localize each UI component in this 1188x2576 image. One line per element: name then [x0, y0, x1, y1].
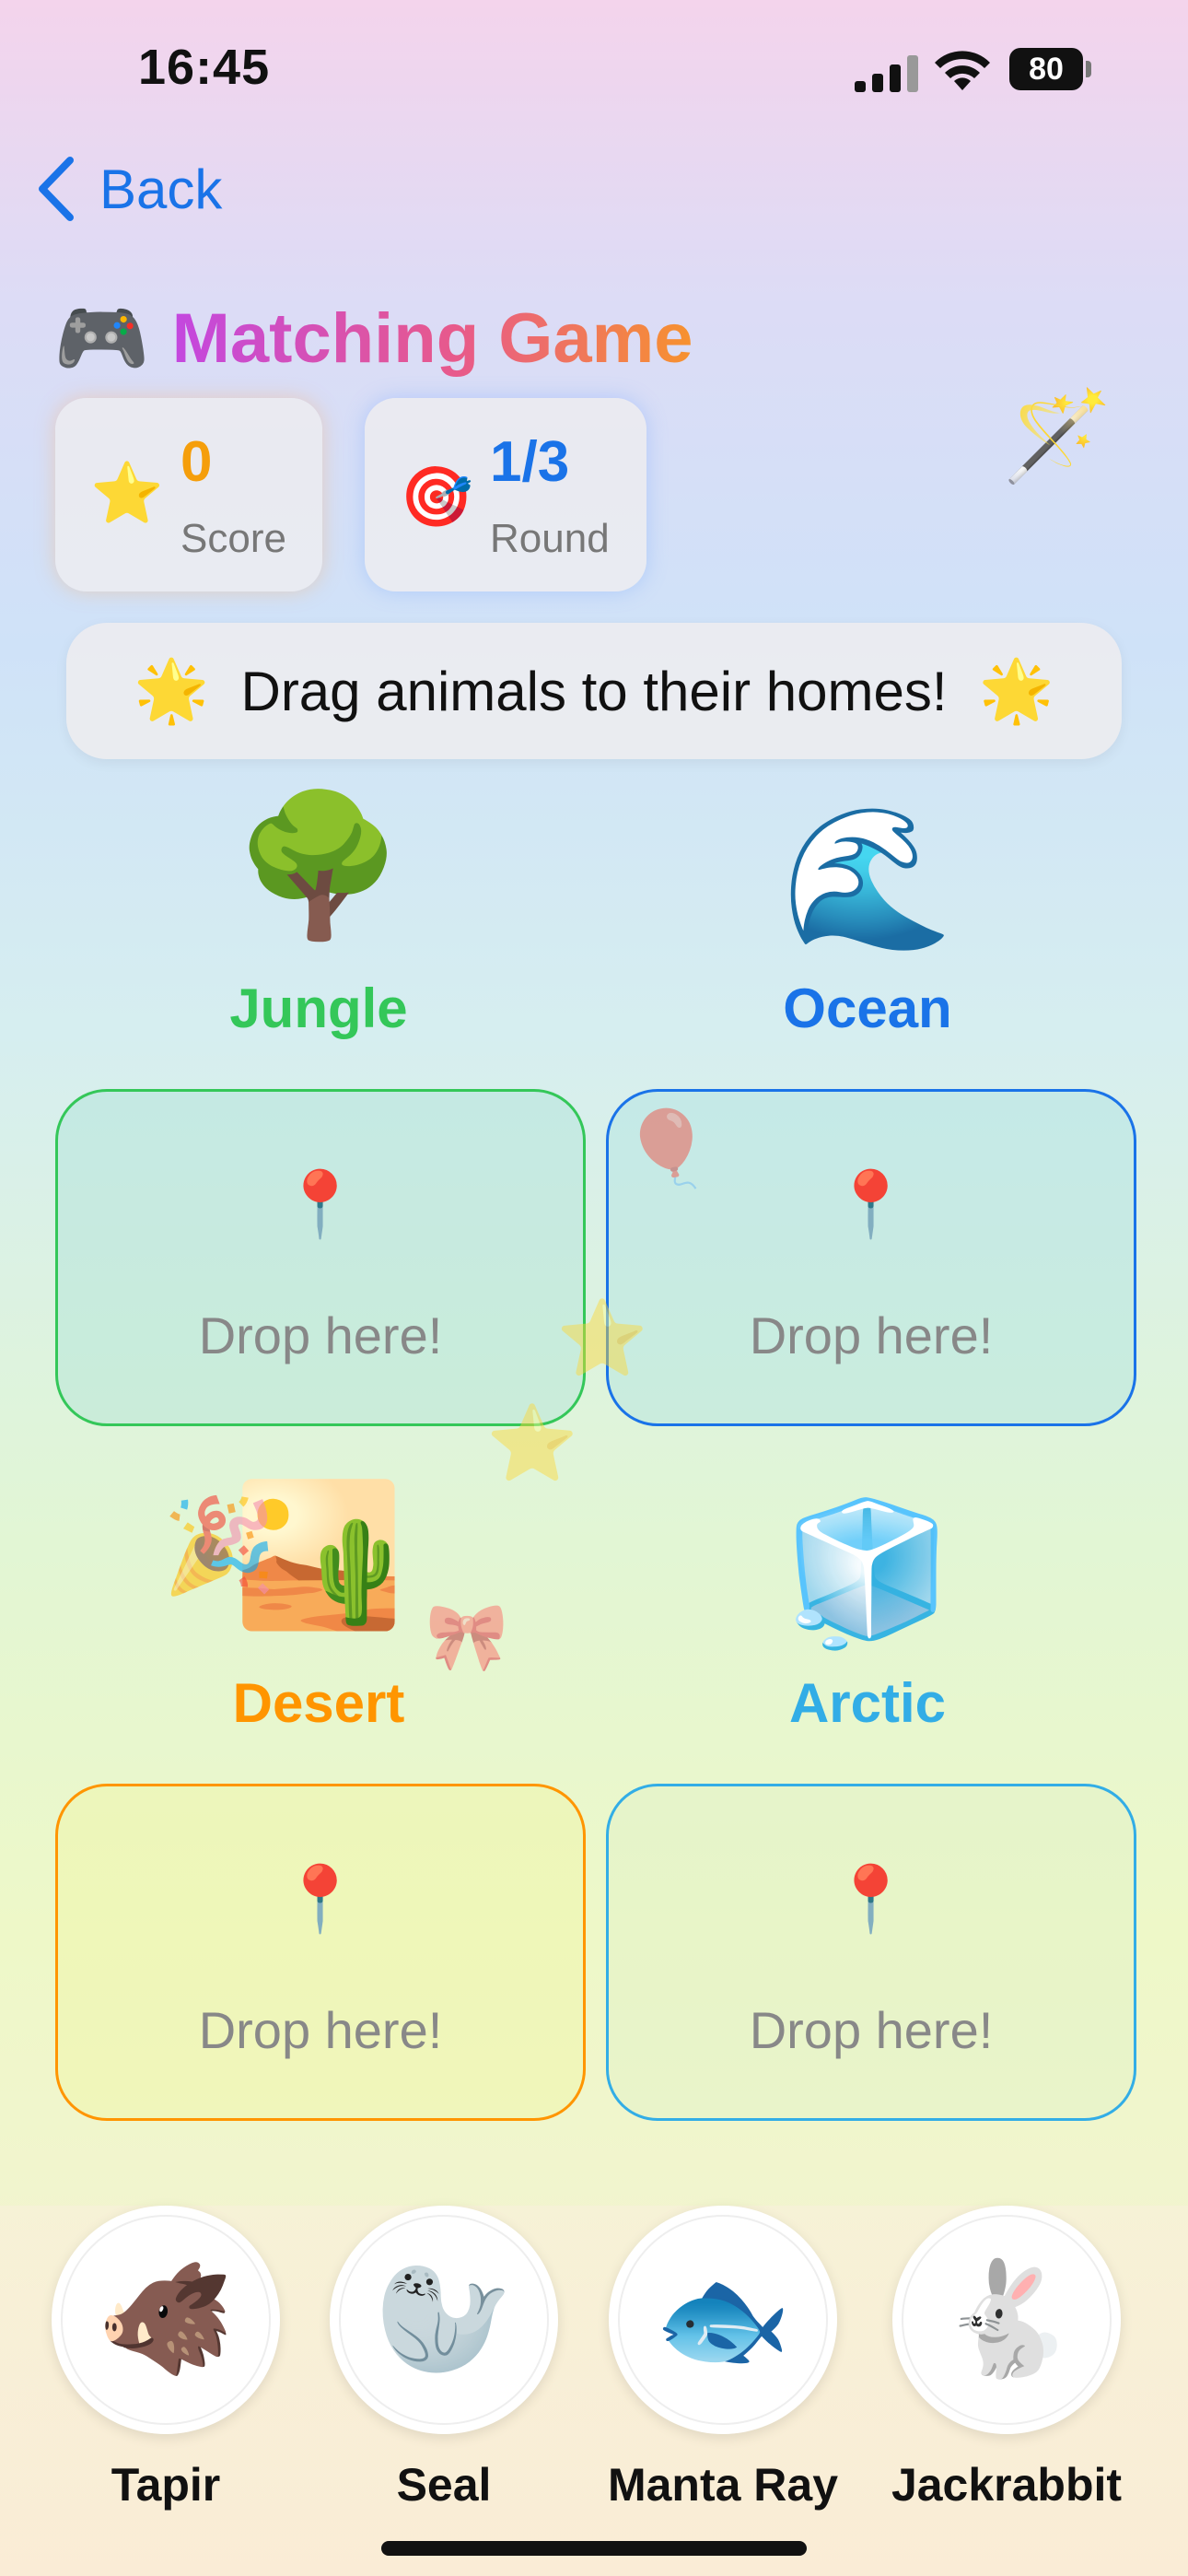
- animal-card-tapir[interactable]: 🐗 Tapir: [46, 2206, 285, 2512]
- drop-hint: Drop here!: [749, 1306, 994, 1364]
- page-header: 🎮 Matching Game: [53, 293, 693, 384]
- ice-cube-icon: 🧊: [781, 1495, 954, 1650]
- magic-wand-icon[interactable]: 🪄: [1002, 385, 1112, 488]
- instruction-banner: 🌟 Drag animals to their homes! 🌟: [66, 623, 1122, 759]
- sparkle-star-icon: 🌟: [978, 656, 1054, 724]
- rabbit-icon: 🐇: [902, 2215, 1112, 2425]
- animal-card-manta-ray[interactable]: 🐟 Manta Ray: [603, 2206, 843, 2512]
- balloon-icon: 🎈: [621, 1107, 713, 1189]
- habitat-name-jungle: Jungle: [229, 978, 408, 1039]
- wave-icon: 🌊: [781, 801, 954, 955]
- score-card: ⭐ 0 Score: [55, 398, 322, 591]
- wifi-icon: [935, 51, 990, 90]
- party-popper-icon: 🎉: [162, 1494, 277, 1598]
- drop-hint: Drop here!: [198, 1306, 443, 1364]
- round-card: 🎯 1/3 Round: [365, 398, 646, 591]
- tapir-icon: 🐗: [61, 2215, 271, 2425]
- habitat-name-desert: Desert: [232, 1672, 405, 1734]
- pin-icon: 📍: [280, 1168, 361, 1240]
- back-label: Back: [99, 158, 223, 220]
- back-button[interactable]: Back: [33, 147, 222, 230]
- animal-name: Seal: [396, 2459, 492, 2511]
- score-label: Score: [181, 516, 286, 561]
- round-value: 1/3: [490, 430, 570, 494]
- star-icon: ⭐: [486, 1402, 578, 1484]
- tree-icon: 🌳: [232, 788, 405, 943]
- drop-zone-jungle[interactable]: 📍 Drop here!: [55, 1089, 586, 1426]
- pin-icon: 📍: [831, 1863, 912, 1935]
- animal-name: Manta Ray: [607, 2459, 839, 2511]
- seal-icon: 🦭: [339, 2215, 549, 2425]
- pin-icon: 📍: [280, 1863, 361, 1935]
- page-title: Matching Game: [171, 299, 693, 378]
- drop-hint: Drop here!: [198, 2001, 443, 2059]
- habitat-name-ocean: Ocean: [783, 978, 952, 1039]
- animal-card-jackrabbit[interactable]: 🐇 Jackrabbit: [887, 2206, 1126, 2512]
- game-controller-icon: 🎮: [53, 295, 150, 381]
- instruction-text: Drag animals to their homes!: [240, 660, 948, 722]
- chevron-left-icon: [39, 157, 74, 221]
- battery-icon: 80: [1009, 48, 1094, 90]
- manta-ray-icon: 🐟: [618, 2215, 828, 2425]
- home-indicator[interactable]: [381, 2541, 807, 2556]
- drop-zone-desert[interactable]: 📍 Drop here!: [55, 1784, 586, 2121]
- animal-name: Jackrabbit: [891, 2459, 1123, 2511]
- target-icon: 🎯: [400, 463, 473, 530]
- battery-level: 80: [1009, 48, 1083, 90]
- drop-hint: Drop here!: [749, 2001, 994, 2059]
- round-label: Round: [490, 516, 610, 561]
- status-time: 16:45: [138, 40, 271, 95]
- star-icon: ⭐: [90, 460, 164, 526]
- habitat-name-arctic: Arctic: [788, 1672, 947, 1734]
- sparkle-star-icon: 🌟: [134, 656, 210, 724]
- animal-name: Tapir: [111, 2459, 221, 2511]
- cellular-signal-icon: [855, 55, 918, 92]
- star-icon: ⭐: [556, 1297, 648, 1379]
- drop-zone-arctic[interactable]: 📍 Drop here!: [606, 1784, 1136, 2121]
- ribbon-icon: 🎀: [425, 1600, 508, 1674]
- score-value: 0: [181, 430, 213, 494]
- animal-card-seal[interactable]: 🦭 Seal: [324, 2206, 564, 2512]
